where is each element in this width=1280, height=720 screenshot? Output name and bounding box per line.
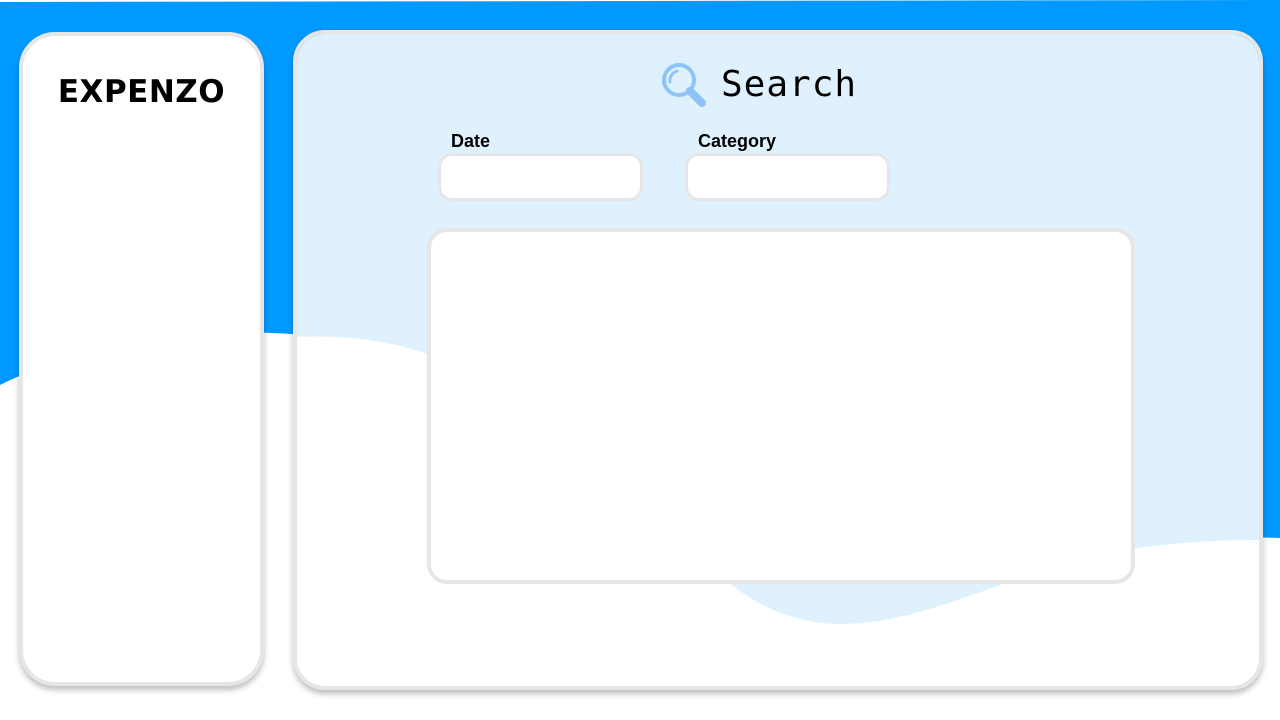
category-label: Category <box>698 131 777 151</box>
search-header: Search <box>659 58 857 110</box>
app-root: EXPENZO Search Date Category <box>0 0 1280 720</box>
page-title: Search <box>721 63 858 105</box>
search-panel: Search Date Category <box>293 30 1263 690</box>
date-label: Date <box>451 131 491 151</box>
date-field[interactable] <box>438 153 643 201</box>
brand-logo: EXPENZO <box>57 74 226 110</box>
results-list[interactable] <box>427 228 1135 584</box>
search-icon <box>659 60 707 108</box>
sidebar: EXPENZO <box>19 32 264 686</box>
category-field[interactable] <box>685 153 890 201</box>
